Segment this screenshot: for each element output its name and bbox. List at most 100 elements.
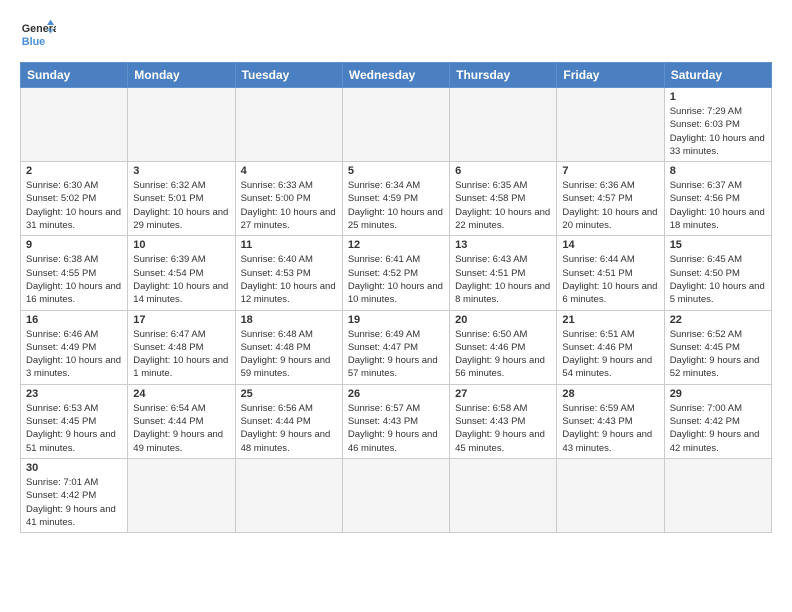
day-number: 2	[26, 165, 122, 177]
day-info: Sunrise: 6:38 AM Sunset: 4:55 PM Dayligh…	[26, 253, 122, 306]
day-info: Sunrise: 7:01 AM Sunset: 4:42 PM Dayligh…	[26, 476, 122, 529]
calendar-cell	[342, 88, 449, 162]
calendar-cell	[557, 88, 664, 162]
day-info: Sunrise: 6:36 AM Sunset: 4:57 PM Dayligh…	[562, 179, 658, 232]
calendar-header-row: SundayMondayTuesdayWednesdayThursdayFrid…	[21, 63, 772, 88]
calendar-cell: 3Sunrise: 6:32 AM Sunset: 5:01 PM Daylig…	[128, 162, 235, 236]
day-info: Sunrise: 6:35 AM Sunset: 4:58 PM Dayligh…	[455, 179, 551, 232]
day-info: Sunrise: 6:39 AM Sunset: 4:54 PM Dayligh…	[133, 253, 229, 306]
day-info: Sunrise: 6:59 AM Sunset: 4:43 PM Dayligh…	[562, 402, 658, 455]
calendar-cell: 16 Sunrise: 6:46 AM Sunset: 4:49 PM Dayli…	[21, 310, 128, 384]
calendar-cell: 26 Sunrise: 6:57 AM Sunset: 4:43 PM Dayli…	[342, 384, 449, 458]
calendar-cell: 12 Sunrise: 6:41 AM Sunset: 4:52 PM Dayli…	[342, 236, 449, 310]
day-number: 16	[26, 314, 122, 326]
calendar-cell	[128, 88, 235, 162]
day-info: Sunrise: 6:57 AM Sunset: 4:43 PM Dayligh…	[348, 402, 444, 455]
calendar-day-header: Friday	[557, 63, 664, 88]
day-number: 15	[670, 239, 766, 251]
calendar-cell: 10Sunrise: 6:39 AM Sunset: 4:54 PM Dayli…	[128, 236, 235, 310]
calendar-cell: 23Sunrise: 6:53 AM Sunset: 4:45 PM Dayli…	[21, 384, 128, 458]
day-number: 12	[348, 239, 444, 251]
calendar-cell: 20 Sunrise: 6:50 AM Sunset: 4:46 PM Dayli…	[450, 310, 557, 384]
calendar-cell	[450, 88, 557, 162]
calendar-cell: 7 Sunrise: 6:36 AM Sunset: 4:57 PM Daylig…	[557, 162, 664, 236]
calendar-day-header: Monday	[128, 63, 235, 88]
calendar-cell: 8Sunrise: 6:37 AM Sunset: 4:56 PM Daylig…	[664, 162, 771, 236]
calendar-cell: 4Sunrise: 6:33 AM Sunset: 5:00 PM Daylig…	[235, 162, 342, 236]
day-info: Sunrise: 6:48 AM Sunset: 4:48 PM Dayligh…	[241, 328, 337, 381]
calendar-cell	[235, 458, 342, 532]
day-info: Sunrise: 6:58 AM Sunset: 4:43 PM Dayligh…	[455, 402, 551, 455]
calendar-cell: 13 Sunrise: 6:43 AM Sunset: 4:51 PM Dayli…	[450, 236, 557, 310]
day-number: 6	[455, 165, 551, 177]
day-info: Sunrise: 6:43 AM Sunset: 4:51 PM Dayligh…	[455, 253, 551, 306]
day-number: 21	[562, 314, 658, 326]
day-info: Sunrise: 6:56 AM Sunset: 4:44 PM Dayligh…	[241, 402, 337, 455]
day-number: 4	[241, 165, 337, 177]
day-number: 5	[348, 165, 444, 177]
day-info: Sunrise: 6:46 AM Sunset: 4:49 PM Dayligh…	[26, 328, 122, 381]
logo: General Blue	[20, 16, 56, 52]
day-info: Sunrise: 6:53 AM Sunset: 4:45 PM Dayligh…	[26, 402, 122, 455]
calendar-cell: 15 Sunrise: 6:45 AM Sunset: 4:50 PM Dayli…	[664, 236, 771, 310]
day-number: 30	[26, 462, 122, 474]
calendar-cell: 21 Sunrise: 6:51 AM Sunset: 4:46 PM Dayli…	[557, 310, 664, 384]
calendar-cell: 1Sunrise: 7:29 AM Sunset: 6:03 PM Daylig…	[664, 88, 771, 162]
calendar-table: SundayMondayTuesdayWednesdayThursdayFrid…	[20, 62, 772, 533]
calendar-day-header: Tuesday	[235, 63, 342, 88]
day-info: Sunrise: 6:41 AM Sunset: 4:52 PM Dayligh…	[348, 253, 444, 306]
day-number: 7	[562, 165, 658, 177]
day-info: Sunrise: 6:44 AM Sunset: 4:51 PM Dayligh…	[562, 253, 658, 306]
calendar-cell	[557, 458, 664, 532]
calendar-day-header: Sunday	[21, 63, 128, 88]
day-info: Sunrise: 6:47 AM Sunset: 4:48 PM Dayligh…	[133, 328, 229, 381]
calendar-cell	[128, 458, 235, 532]
day-number: 13	[455, 239, 551, 251]
day-info: Sunrise: 6:51 AM Sunset: 4:46 PM Dayligh…	[562, 328, 658, 381]
calendar-cell: 9 Sunrise: 6:38 AM Sunset: 4:55 PM Daylig…	[21, 236, 128, 310]
calendar-cell: 11 Sunrise: 6:40 AM Sunset: 4:53 PM Dayli…	[235, 236, 342, 310]
day-number: 20	[455, 314, 551, 326]
day-info: Sunrise: 6:40 AM Sunset: 4:53 PM Dayligh…	[241, 253, 337, 306]
day-number: 26	[348, 388, 444, 400]
calendar-cell: 6 Sunrise: 6:35 AM Sunset: 4:58 PM Daylig…	[450, 162, 557, 236]
calendar-cell	[21, 88, 128, 162]
calendar-cell: 28Sunrise: 6:59 AM Sunset: 4:43 PM Dayli…	[557, 384, 664, 458]
day-number: 19	[348, 314, 444, 326]
calendar-cell	[450, 458, 557, 532]
calendar-cell: 29Sunrise: 7:00 AM Sunset: 4:42 PM Dayli…	[664, 384, 771, 458]
day-number: 9	[26, 239, 122, 251]
day-number: 17	[133, 314, 229, 326]
day-number: 1	[670, 91, 766, 103]
calendar-cell: 5Sunrise: 6:34 AM Sunset: 4:59 PM Daylig…	[342, 162, 449, 236]
calendar-cell: 18 Sunrise: 6:48 AM Sunset: 4:48 PM Dayli…	[235, 310, 342, 384]
day-info: Sunrise: 6:30 AM Sunset: 5:02 PM Dayligh…	[26, 179, 122, 232]
svg-text:Blue: Blue	[22, 36, 45, 48]
day-number: 27	[455, 388, 551, 400]
day-info: Sunrise: 6:52 AM Sunset: 4:45 PM Dayligh…	[670, 328, 766, 381]
calendar-cell: 27 Sunrise: 6:58 AM Sunset: 4:43 PM Dayli…	[450, 384, 557, 458]
calendar-cell: 14 Sunrise: 6:44 AM Sunset: 4:51 PM Dayli…	[557, 236, 664, 310]
calendar-day-header: Thursday	[450, 63, 557, 88]
calendar-cell: 30 Sunrise: 7:01 AM Sunset: 4:42 PM Dayli…	[21, 458, 128, 532]
calendar-cell: 17 Sunrise: 6:47 AM Sunset: 4:48 PM Dayli…	[128, 310, 235, 384]
generalblue-logo-icon: General Blue	[20, 16, 56, 52]
day-info: Sunrise: 6:49 AM Sunset: 4:47 PM Dayligh…	[348, 328, 444, 381]
day-info: Sunrise: 6:50 AM Sunset: 4:46 PM Dayligh…	[455, 328, 551, 381]
day-number: 3	[133, 165, 229, 177]
day-number: 11	[241, 239, 337, 251]
calendar-day-header: Wednesday	[342, 63, 449, 88]
day-number: 18	[241, 314, 337, 326]
day-info: Sunrise: 6:45 AM Sunset: 4:50 PM Dayligh…	[670, 253, 766, 306]
calendar-cell: 25Sunrise: 6:56 AM Sunset: 4:44 PM Dayli…	[235, 384, 342, 458]
day-number: 29	[670, 388, 766, 400]
day-number: 8	[670, 165, 766, 177]
day-number: 22	[670, 314, 766, 326]
calendar-cell: 19 Sunrise: 6:49 AM Sunset: 4:47 PM Dayli…	[342, 310, 449, 384]
calendar-cell: 24Sunrise: 6:54 AM Sunset: 4:44 PM Dayli…	[128, 384, 235, 458]
header: General Blue	[20, 16, 772, 52]
calendar-cell: 22 Sunrise: 6:52 AM Sunset: 4:45 PM Dayli…	[664, 310, 771, 384]
calendar-cell	[342, 458, 449, 532]
day-number: 24	[133, 388, 229, 400]
day-number: 14	[562, 239, 658, 251]
